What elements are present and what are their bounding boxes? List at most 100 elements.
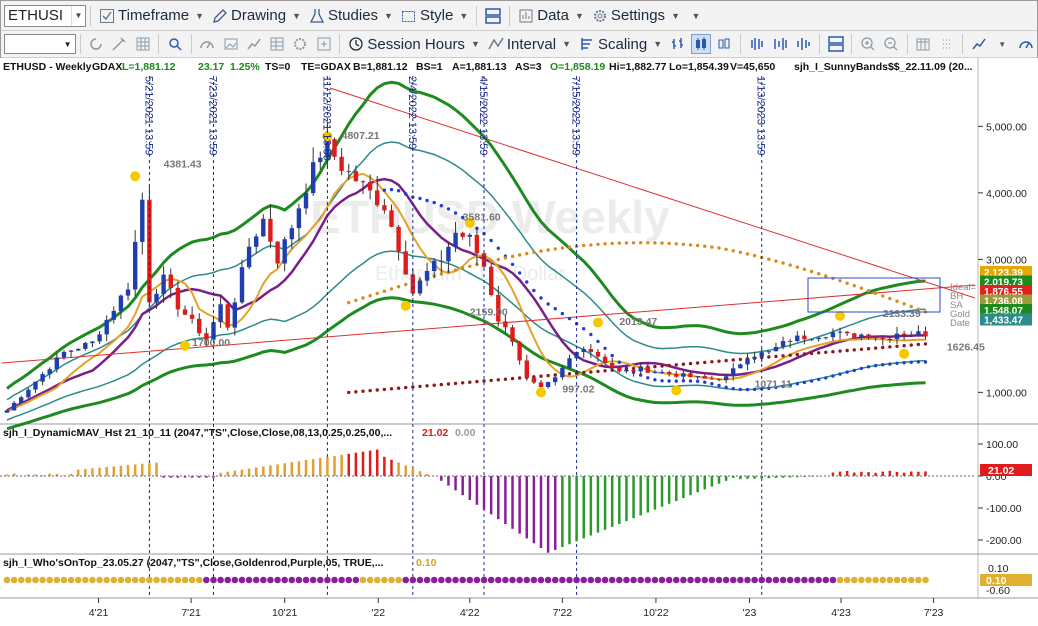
price-tick-label: 1,000.00 xyxy=(986,387,1027,399)
blue-dot xyxy=(845,370,849,374)
blue-dot xyxy=(389,187,394,192)
candlestick-icon[interactable] xyxy=(691,34,711,54)
candle-body xyxy=(852,333,857,338)
layout-icon[interactable] xyxy=(483,6,503,26)
whos-on-top-dot xyxy=(117,576,125,584)
candle-body xyxy=(175,287,181,310)
maroon-dot xyxy=(824,350,828,354)
candle-body xyxy=(645,366,650,373)
chart-edit-icon[interactable] xyxy=(244,34,263,54)
refresh-icon[interactable] xyxy=(87,34,106,54)
spread3-icon[interactable] xyxy=(794,34,813,54)
bar-chart-icon[interactable] xyxy=(668,34,687,54)
trend-dropdown-icon[interactable]: ▼ xyxy=(993,34,1012,54)
studies-button[interactable]: Studies ▼ xyxy=(305,5,397,27)
table-icon[interactable] xyxy=(268,34,287,54)
maroon-dot xyxy=(496,378,500,382)
settings-button[interactable]: Settings ▼ xyxy=(588,5,684,27)
candle-body xyxy=(553,377,558,383)
session-hours-button[interactable]: Session Hours ▼ xyxy=(344,33,483,55)
toolbar-divider xyxy=(962,34,964,54)
whos-on-top-dot xyxy=(302,576,310,584)
speedometer-icon[interactable] xyxy=(198,34,217,54)
maroon-dot xyxy=(418,384,422,389)
blue-dot xyxy=(589,332,593,337)
search-icon[interactable] xyxy=(165,34,184,54)
maroon-dot xyxy=(389,387,394,391)
grid-icon[interactable] xyxy=(133,34,152,54)
trend-icon[interactable] xyxy=(969,34,988,54)
speedometer2-icon[interactable] xyxy=(1016,34,1035,54)
header-ask-size: AS=3 xyxy=(515,61,542,73)
toolbar-overflow-icon[interactable]: ▼ xyxy=(686,6,706,26)
grid-dots-icon[interactable] xyxy=(937,34,956,54)
blue-dot xyxy=(510,262,515,267)
maroon-dot xyxy=(489,378,493,383)
whos-on-top-dot xyxy=(445,576,452,584)
zoom-out-icon[interactable] xyxy=(881,34,900,54)
whos-on-top-dot xyxy=(551,576,559,584)
whos-on-top-dot xyxy=(281,576,288,584)
chevron-down-icon: ▼ xyxy=(292,10,301,21)
orange-dot xyxy=(795,265,800,269)
candle-body xyxy=(239,267,245,303)
blue-dot xyxy=(710,382,714,386)
whos-on-top-dot xyxy=(260,576,267,584)
candle-body xyxy=(232,302,237,328)
blue-dot xyxy=(731,386,735,391)
image-icon[interactable] xyxy=(221,34,240,54)
layout-icon[interactable] xyxy=(826,34,845,54)
whos-on-top-dot xyxy=(188,576,196,584)
hollow-candle-icon[interactable] xyxy=(715,34,734,54)
drawing-button[interactable]: Drawing ▼ xyxy=(208,5,305,27)
scaling-button[interactable]: Scaling ▼ xyxy=(575,33,666,55)
style-button[interactable]: Style ▼ xyxy=(397,5,472,27)
candle-body xyxy=(268,218,273,242)
export-icon[interactable] xyxy=(314,34,333,54)
toolbar-divider xyxy=(79,34,81,54)
chevron-down-icon[interactable]: ▼ xyxy=(71,5,85,26)
drawing-label: Drawing xyxy=(231,7,287,24)
candle-body xyxy=(795,335,800,341)
header-pct: 1.25% xyxy=(230,61,260,73)
candle-body xyxy=(453,232,458,247)
whos-on-top-dot xyxy=(252,576,260,584)
date-tick-label: 7'23 xyxy=(924,607,944,619)
calendar-icon[interactable] xyxy=(914,34,933,54)
data-button[interactable]: Data ▼ xyxy=(514,5,588,27)
blue-dot xyxy=(881,363,885,367)
workspace-combo[interactable]: ▼ xyxy=(4,34,76,54)
spread-icon[interactable] xyxy=(747,34,766,54)
whos-on-top-dot xyxy=(758,576,766,584)
toolbar-divider xyxy=(740,34,742,54)
blue-dot xyxy=(382,188,387,192)
header-high: Hi=1,882.77 xyxy=(609,61,667,73)
candle-body xyxy=(118,295,124,311)
whos-on-top-dot xyxy=(516,576,523,584)
price-annotation: 2159.00 xyxy=(470,306,508,318)
gear-icon[interactable] xyxy=(291,34,310,54)
candle-body xyxy=(880,338,885,340)
zoom-in-icon[interactable] xyxy=(858,34,877,54)
spread2-icon[interactable] xyxy=(770,34,789,54)
whos-on-top-dot xyxy=(238,576,246,584)
candle-body xyxy=(189,314,195,319)
maroon-dot xyxy=(582,370,586,375)
price-tick-label: 3,000.00 xyxy=(986,254,1027,266)
whos-on-top-dot xyxy=(466,576,474,584)
whos-on-top-dot xyxy=(566,576,573,584)
price-chart-panel[interactable]: ETHUSD Weekly Ethereum - US Dollar ETHUS… xyxy=(0,58,1038,626)
blue-dot xyxy=(667,379,671,383)
candle-body xyxy=(432,260,437,271)
interval-button[interactable]: Interval ▼ xyxy=(484,33,575,55)
flask-icon xyxy=(309,8,325,23)
candle-body xyxy=(688,373,693,378)
timeframe-button[interactable]: Timeframe ▼ xyxy=(95,5,208,27)
format-icon[interactable] xyxy=(110,34,129,54)
whos-on-top-dot xyxy=(388,576,395,584)
symbol-selector[interactable]: ETHUSI ▼ xyxy=(4,4,86,27)
candle-body xyxy=(389,210,394,227)
event-vline-label: 1/13/2023 13:59 xyxy=(755,76,767,156)
orange-dot xyxy=(375,291,379,296)
whos-on-top-dot xyxy=(915,576,922,584)
